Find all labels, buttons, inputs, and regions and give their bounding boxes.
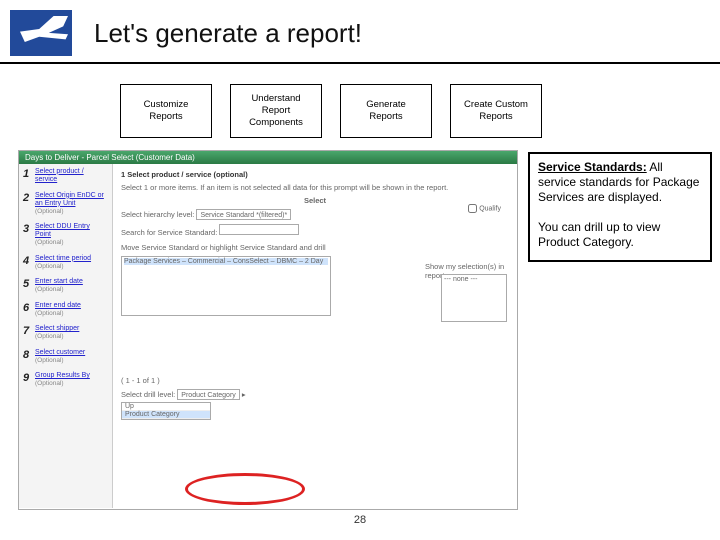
step-2: 2Select Origin EnDC or an Entry Unit(Opt… — [23, 192, 108, 216]
step-4-link[interactable]: Select time period — [35, 255, 91, 262]
step-3-link[interactable]: Select DDU Entry Point — [35, 223, 90, 238]
step-9-link[interactable]: Group Results By — [35, 372, 90, 379]
step-1: 1Select product / service — [23, 168, 108, 184]
wizard-titlebar: Days to Deliver - Parcel Select (Custome… — [19, 151, 517, 164]
hierarchy-select[interactable]: Service Standard *(filtered)* — [196, 209, 291, 220]
callout-body-2: You can drill up to view Product Categor… — [538, 220, 660, 249]
step-3: 3Select DDU Entry Point(Optional) — [23, 223, 108, 247]
select-label: Select — [121, 196, 509, 205]
selection-none: --- none --- — [444, 276, 504, 283]
available-listbox[interactable]: Package Services – Commercial – ConsSele… — [121, 256, 331, 316]
step-9: 9Group Results By(Optional) — [23, 372, 108, 388]
step-7: 7Select shipper(Optional) — [23, 325, 108, 341]
search-label: Search for Service Standard: — [121, 228, 217, 237]
nav-customize-reports[interactable]: Customize Reports — [120, 84, 212, 138]
usps-eagle-icon — [20, 16, 68, 42]
slide-title: Let's generate a report! — [94, 18, 362, 49]
drill-label: Select drill level: — [121, 390, 175, 399]
panel-heading: 1 Select product / service (optional) — [121, 170, 509, 179]
drill-select[interactable]: Product Category — [177, 389, 239, 400]
drill-option-up[interactable]: Up — [122, 403, 210, 411]
nav-create-custom[interactable]: Create Custom Reports — [450, 84, 542, 138]
selection-listbox[interactable]: --- none --- — [441, 274, 507, 322]
drill-dropdown[interactable]: Up Product Category — [121, 402, 211, 420]
nav-understand-components[interactable]: Understand Report Components — [230, 84, 322, 138]
step-5: 5Enter start date(Optional) — [23, 278, 108, 294]
step-4: 4Select time period(Optional) — [23, 255, 108, 271]
callout-heading: Service Standards: — [538, 160, 647, 174]
result-count: ( 1 - 1 of 1 ) — [121, 376, 509, 385]
callout-box: Service Standards: All service standards… — [528, 152, 712, 262]
report-wizard-screenshot: Days to Deliver - Parcel Select (Custome… — [18, 150, 518, 510]
panel-instruction: Select 1 or more items. If an item is no… — [121, 183, 509, 192]
step-5-link[interactable]: Enter start date — [35, 278, 83, 285]
hierarchy-label: Select hierarchy level: — [121, 210, 194, 219]
nav-generate-reports[interactable]: Generate Reports — [340, 84, 432, 138]
content-stage: Days to Deliver - Parcel Select (Custome… — [0, 150, 720, 530]
search-input[interactable] — [219, 224, 299, 235]
step-6: 6Enter end date(Optional) — [23, 302, 108, 318]
step-1-link[interactable]: Select product / service — [35, 168, 84, 183]
move-hint: Move Service Standard or highlight Servi… — [121, 243, 509, 252]
step-6-link[interactable]: Enter end date — [35, 302, 81, 309]
slide-header: Let's generate a report! — [0, 0, 720, 64]
wizard-main-panel: 1 Select product / service (optional) Se… — [113, 164, 517, 508]
step-8-link[interactable]: Select customer — [35, 349, 85, 356]
qualify-checkbox[interactable] — [468, 204, 477, 213]
step-2-link[interactable]: Select Origin EnDC or an Entry Unit — [35, 192, 104, 207]
step-7-link[interactable]: Select shipper — [35, 325, 79, 332]
listbox-item-selected[interactable]: Package Services – Commercial – ConsSele… — [124, 258, 328, 265]
page-number: 28 — [354, 514, 366, 526]
step-8: 8Select customer(Optional) — [23, 349, 108, 365]
qualify-checkbox-wrap: Qualify — [468, 204, 501, 213]
nav-boxes: Customize Reports Understand Report Comp… — [0, 64, 720, 150]
wizard-sidebar: 1Select product / service 2Select Origin… — [19, 164, 113, 508]
usps-logo — [10, 10, 72, 56]
drill-option-category[interactable]: Product Category — [122, 411, 210, 419]
